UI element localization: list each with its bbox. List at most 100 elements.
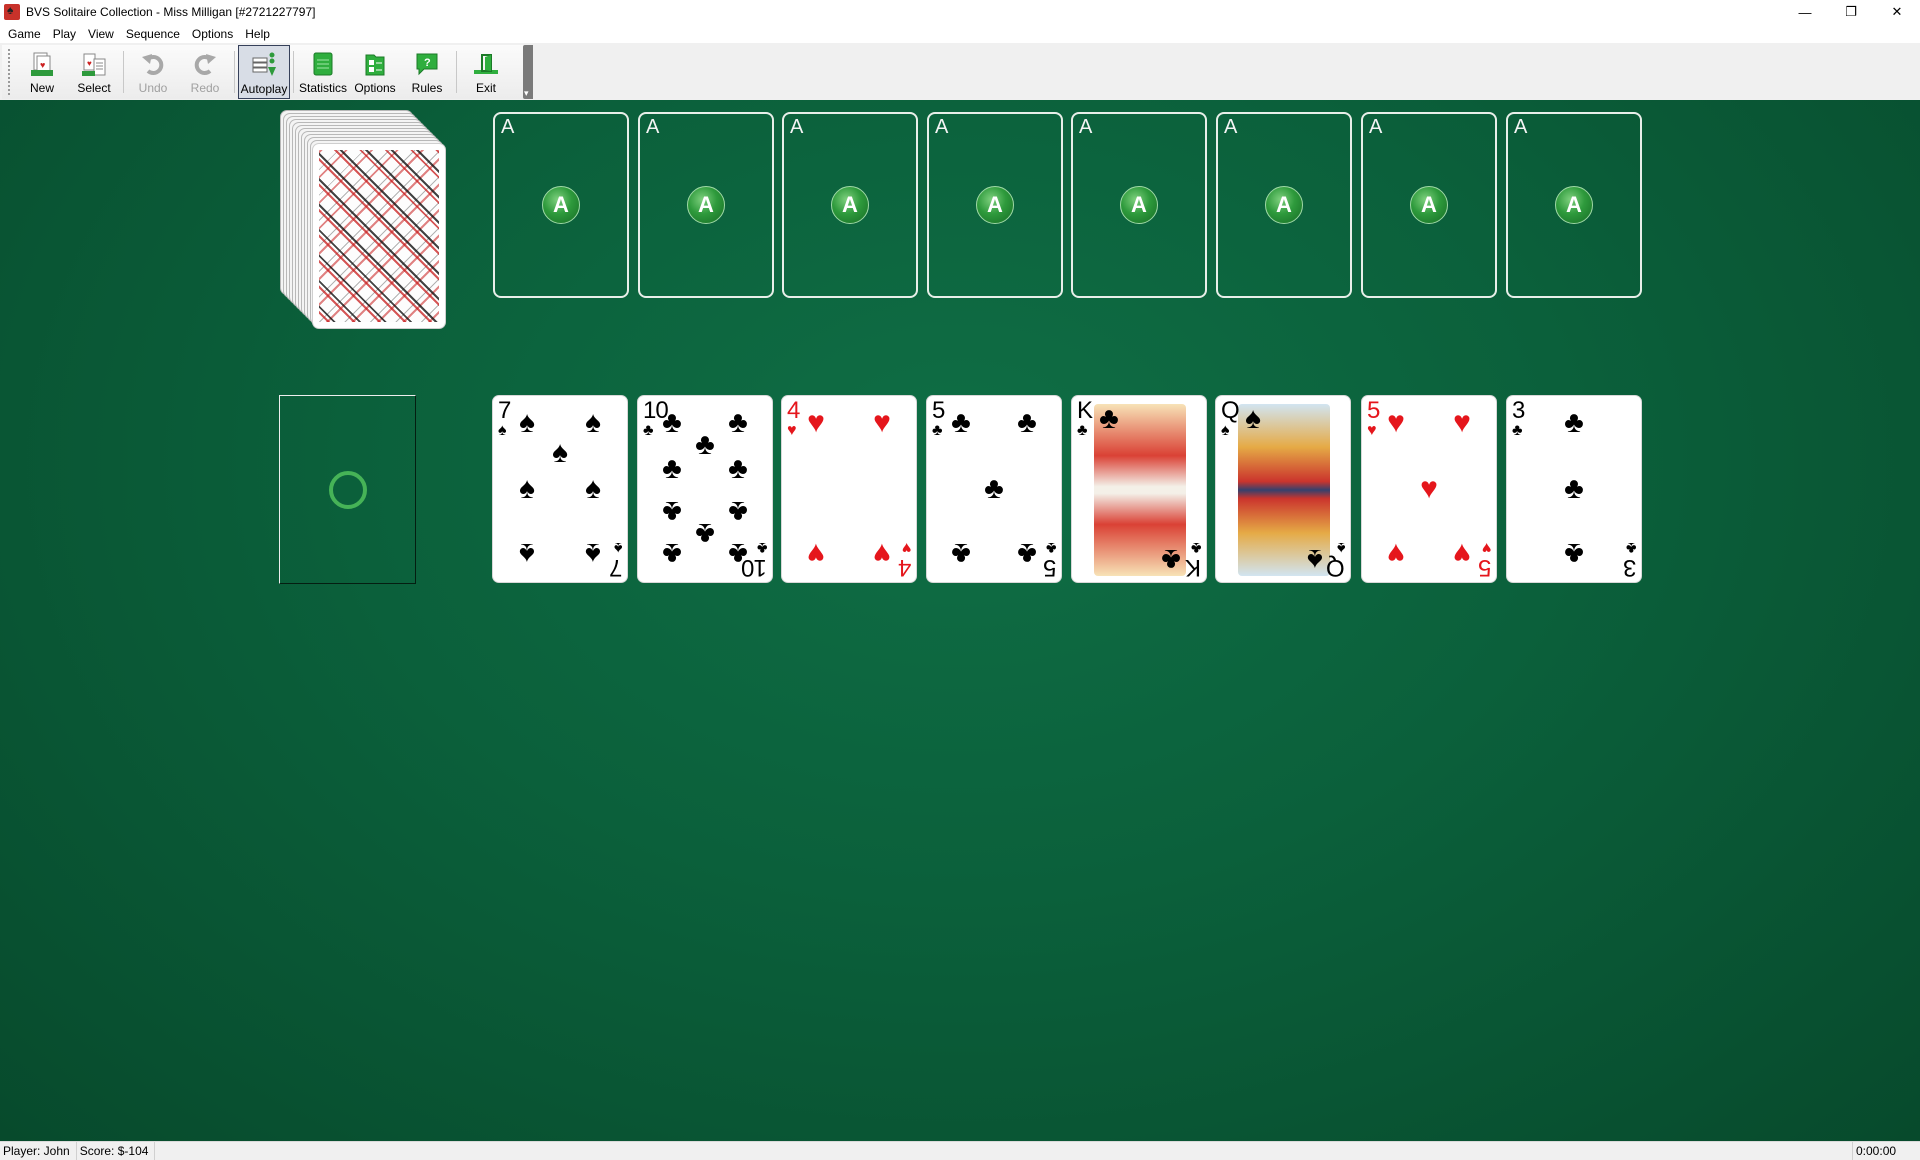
foundation-4[interactable]: A A <box>927 112 1063 298</box>
card-pip-icon: ♣ <box>1017 537 1037 570</box>
exit-label: Exit <box>475 81 496 95</box>
foundation-corner-label: A <box>1514 116 1528 138</box>
menu-help[interactable]: Help <box>239 27 276 41</box>
foundation-3[interactable]: A A <box>782 112 918 298</box>
toolbar-overflow-button[interactable] <box>523 45 533 99</box>
select-label: Select <box>77 81 111 95</box>
toolbar-separator <box>293 51 294 93</box>
card-rank: 4 <box>787 397 800 424</box>
menu-view[interactable]: View <box>82 27 120 41</box>
tableau-card[interactable]: 5 ♣ 5 ♣ ♣ ♣ ♣ ♣ ♣ <box>926 395 1062 583</box>
title-bar: BVS Solitaire Collection - Miss Milligan… <box>0 0 1920 24</box>
tableau-card[interactable]: K ♣ K ♣ ♣ ♣ <box>1071 395 1207 583</box>
card-suit-icon: ♣ <box>1045 539 1057 556</box>
card-pip-icon: ♥ <box>1387 537 1405 570</box>
card-pip-icon: ♣ <box>1564 472 1584 505</box>
redo-button[interactable]: Redo <box>179 45 231 99</box>
redo-icon <box>192 51 218 77</box>
tableau-card[interactable]: 5 ♥ 5 ♥ ♥ ♥ ♥ ♥ ♥ <box>1361 395 1497 583</box>
card-pip-icon: ♣ <box>1564 537 1584 570</box>
card-pip-icon: ♣ <box>662 537 682 570</box>
card-pip-icon: ♣ <box>695 517 715 550</box>
menu-sequence[interactable]: Sequence <box>120 27 186 41</box>
foundation-5[interactable]: A A <box>1071 112 1207 298</box>
card-pip-icon: ♣ <box>1099 402 1119 435</box>
card-pip-icon: ♣ <box>662 495 682 528</box>
menu-game[interactable]: Game <box>0 27 47 41</box>
card-rank: K <box>1185 554 1201 581</box>
undo-label: Undo <box>138 81 168 95</box>
new-game-icon: ♥ <box>29 51 55 77</box>
autoplay-icon <box>251 52 277 78</box>
card-rank: 7 <box>498 397 511 424</box>
menu-play[interactable]: Play <box>47 27 82 41</box>
options-button[interactable]: Options <box>349 45 401 99</box>
card-rank: 5 <box>932 397 945 424</box>
foundation-1[interactable]: A A <box>493 112 629 298</box>
score: Score: $-104 <box>77 1142 156 1160</box>
card-pip-icon: ♠ <box>519 537 535 570</box>
toolbar-separator <box>123 51 124 93</box>
card-suit-icon: ♥ <box>1481 539 1492 556</box>
statistics-icon <box>310 51 336 77</box>
card-pip-icon: ♣ <box>1017 406 1037 439</box>
ace-badge-icon: A <box>1265 186 1303 224</box>
foundation-corner-label: A <box>790 116 804 138</box>
statistics-label: Statistics <box>298 81 347 95</box>
card-suit-icon: ♠ <box>613 539 623 556</box>
tableau-card[interactable]: 7 ♠ 7 ♠ ♠ ♠ ♠ ♠ ♠ ♠ ♠ <box>492 395 628 583</box>
card-rank: 4 <box>898 554 911 581</box>
toolbar-area: ♥ New ♥ Select Undo Redo Autoplay Statis… <box>0 43 1920 100</box>
select-game-icon: ♥ <box>81 51 107 77</box>
card-pip-icon: ♠ <box>519 472 535 505</box>
ace-badge-icon: A <box>1555 186 1593 224</box>
menu-options[interactable]: Options <box>186 27 239 41</box>
undo-button[interactable]: Undo <box>127 45 179 99</box>
toolbar-grip[interactable] <box>8 49 10 95</box>
card-rank: 5 <box>1043 554 1056 581</box>
exit-button[interactable]: Exit <box>460 45 512 99</box>
card-pip-icon: ♣ <box>951 537 971 570</box>
waste-pile[interactable] <box>279 395 416 584</box>
close-button[interactable]: ✕ <box>1874 0 1920 24</box>
minimize-button[interactable]: — <box>1782 0 1828 24</box>
card-pip-icon: ♠ <box>1307 543 1323 576</box>
card-pip-icon: ♠ <box>585 406 601 439</box>
foundation-corner-label: A <box>1079 116 1093 138</box>
new-button[interactable]: ♥ New <box>16 45 68 99</box>
stock-pile[interactable] <box>280 110 446 330</box>
foundation-2[interactable]: A A <box>638 112 774 298</box>
exit-icon <box>473 51 499 77</box>
select-button[interactable]: ♥ Select <box>68 45 120 99</box>
svg-text:♥: ♥ <box>40 60 45 70</box>
autoplay-label: Autoplay <box>240 82 288 96</box>
card-pip-icon: ♠ <box>519 406 535 439</box>
card-rank: Q <box>1221 397 1240 424</box>
tableau-card[interactable]: Q ♠ Q ♠ ♠ ♠ <box>1215 395 1351 583</box>
card-suit-icon: ♣ <box>1190 539 1202 556</box>
card-suit-icon: ♣ <box>1077 422 1088 439</box>
card-pip-icon: ♥ <box>1387 406 1405 439</box>
ace-badge-icon: A <box>976 186 1014 224</box>
tableau-card[interactable]: 3 ♣ 3 ♣ ♣ ♣ ♣ <box>1506 395 1642 583</box>
tableau-card[interactable]: 4 ♥ 4 ♥ ♥ ♥ ♥ ♥ <box>781 395 917 583</box>
card-pip-icon: ♣ <box>662 452 682 485</box>
tableau-card[interactable]: 10 ♣ 10 ♣ ♣ ♣ ♣ ♣ ♣ ♣ ♣ ♣ ♣ ♣ <box>637 395 773 583</box>
card-suit-icon: ♣ <box>932 422 943 439</box>
foundation-6[interactable]: A A <box>1216 112 1352 298</box>
ace-badge-icon: A <box>542 186 580 224</box>
restore-button[interactable]: ❐ <box>1828 0 1874 24</box>
card-pip-icon: ♥ <box>807 537 825 570</box>
card-pip-icon: ♥ <box>1453 406 1471 439</box>
statistics-button[interactable]: Statistics <box>297 45 349 99</box>
rules-button[interactable]: ? Rules <box>401 45 453 99</box>
foundation-7[interactable]: A A <box>1361 112 1497 298</box>
ace-badge-icon: A <box>687 186 725 224</box>
foundation-corner-label: A <box>1224 116 1238 138</box>
card-rank: 7 <box>609 554 622 581</box>
foundation-8[interactable]: A A <box>1506 112 1642 298</box>
window-title: BVS Solitaire Collection - Miss Milligan… <box>26 5 316 19</box>
autoplay-button[interactable]: Autoplay <box>238 45 290 99</box>
options-label: Options <box>354 81 396 95</box>
card-suit-icon: ♠ <box>498 422 507 439</box>
